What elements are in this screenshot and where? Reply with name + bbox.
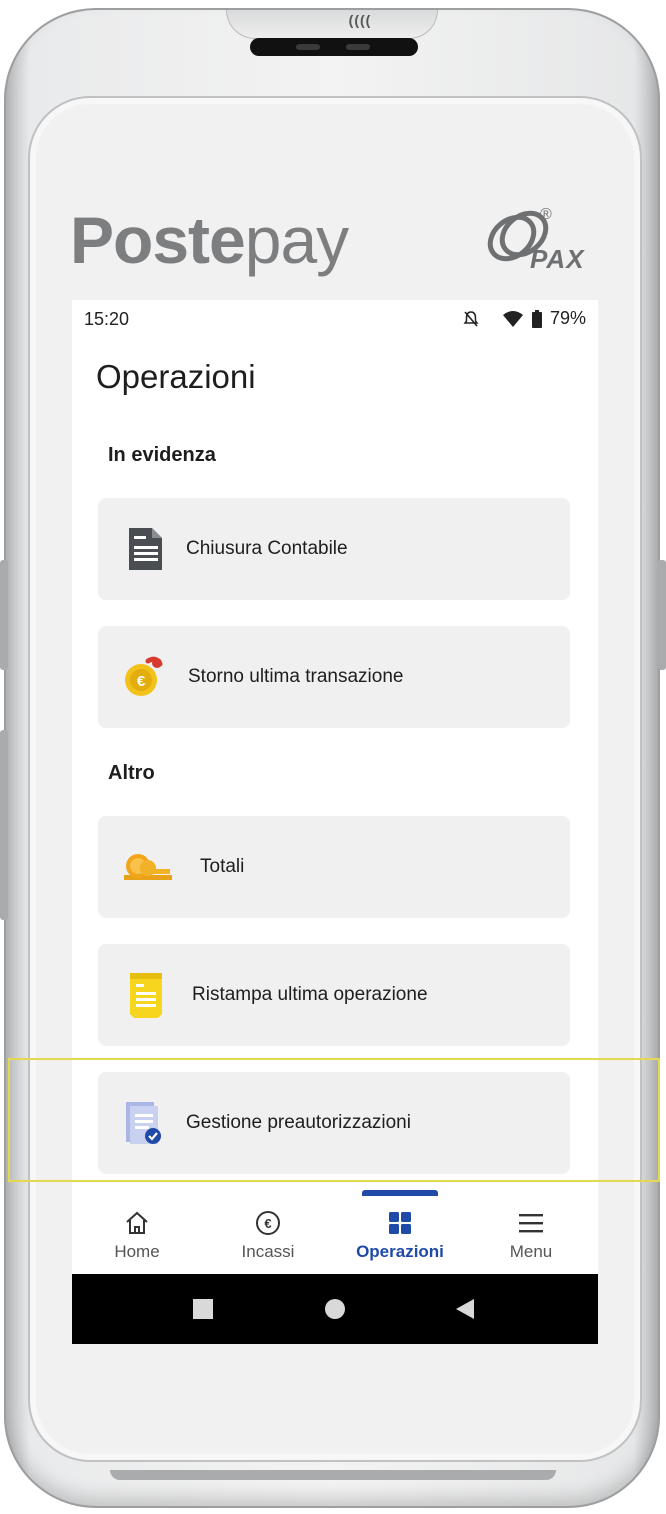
recent-apps-icon[interactable] [192,1298,214,1320]
page-title: Operazioni [96,358,256,395]
document-icon [129,528,162,570]
home-icon [126,1211,148,1234]
card-ristampa-ultima-operazione[interactable]: Ristampa ultima operazione [98,944,570,1046]
back-icon[interactable] [454,1298,476,1320]
brand-left-text: Poste [70,203,246,277]
card-label: Totali [200,856,245,877]
status-bar: 15:20 79% [72,300,598,340]
terminal-screen: 15:20 79% Operazioni In evidenza Chiusur… [72,300,598,1344]
side-button-right [658,560,666,670]
nav-incassi[interactable]: € Incassi [213,1208,323,1262]
battery-level: 79% [549,308,586,328]
bottom-navigation: Home € Incassi Operazioni Menu [72,1196,598,1274]
home-circle-icon[interactable] [324,1298,346,1320]
euro-circle-icon: € [256,1211,280,1235]
card-totali[interactable]: Totali [98,816,570,918]
side-button-left-upper [0,560,8,670]
card-chiusura-contabile[interactable]: Chiusura Contabile [98,498,570,600]
receipt-icon [130,973,162,1018]
section-title-altro: Altro [108,762,155,784]
postepay-logo: Postepay [70,200,349,280]
pax-brand-text: PAX [530,244,585,274]
svg-text:€: € [264,1216,271,1231]
side-button-left-lower [0,730,8,920]
status-icons: 79% [462,308,586,329]
earpiece-speaker [250,38,418,56]
wifi-icon [502,310,523,327]
card-label: Ristampa ultima operazione [192,984,428,1005]
nav-label: Menu [509,1242,553,1261]
system-navigation-bar [72,1274,598,1344]
preauth-document-icon [126,1102,161,1144]
card-storno-ultima-transazione[interactable]: € Storno ultima transazione [98,626,570,728]
nfc-icon: (((( [348,12,372,28]
nav-operazioni[interactable]: Operazioni [345,1208,455,1262]
nav-label: Operazioni [356,1242,444,1261]
nav-label: Home [114,1242,160,1261]
grid-icon [389,1212,411,1234]
battery-icon [531,309,542,328]
bell-off-icon [463,310,479,327]
nav-menu[interactable]: Menu [476,1208,586,1262]
status-time: 15:20 [84,309,130,329]
registered-mark: ® [540,206,552,223]
card-label: Chiusura Contabile [186,538,348,559]
card-label: Storno ultima transazione [188,666,404,687]
brand-right-text: pay [244,203,349,277]
device-bottom-edge [110,1470,556,1480]
nav-home[interactable]: Home [82,1208,192,1262]
nav-label: Incassi [241,1242,295,1261]
card-label: Gestione preautorizzazioni [186,1112,411,1133]
card-gestione-preautorizzazioni[interactable]: Gestione preautorizzazioni [98,1072,570,1174]
euro-coin-refund-icon: € [125,656,163,696]
svg-text:€: € [137,673,146,690]
section-title-in-evidenza: In evidenza [108,444,216,466]
hamburger-icon [519,1214,543,1233]
coins-stack-icon [124,854,172,880]
